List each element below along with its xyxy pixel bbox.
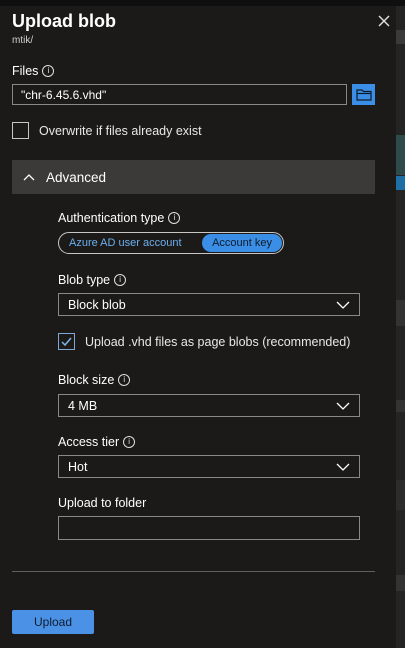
chevron-down-icon: [336, 463, 350, 471]
files-input[interactable]: "chr-6.45.6.vhd": [12, 84, 347, 105]
panel-title: Upload blob: [12, 11, 116, 31]
close-icon[interactable]: [375, 12, 393, 30]
upload-button[interactable]: Upload: [12, 610, 94, 634]
info-icon[interactable]: i: [123, 436, 136, 448]
blob-type-value: Block blob: [68, 297, 126, 312]
chevron-down-icon: [336, 301, 350, 309]
blob-type-select[interactable]: Block blob: [58, 293, 360, 316]
folder-label: Upload to folder: [58, 496, 147, 510]
access-tier-select[interactable]: Hot: [58, 455, 360, 478]
page-blobs-label: Upload .vhd files as page blobs (recomme…: [85, 335, 351, 349]
checkmark-icon: [61, 337, 72, 347]
advanced-section-toggle[interactable]: Advanced: [12, 160, 375, 194]
upload-blob-panel: Upload blob mtik/ Files i "chr-6.45.6.vh…: [0, 0, 396, 648]
auth-option-azure-ad[interactable]: Azure AD user account: [59, 234, 192, 252]
info-icon[interactable]: i: [168, 212, 181, 224]
footer-divider: [12, 571, 375, 572]
overwrite-label: Overwrite if files already exist: [39, 124, 202, 138]
info-icon[interactable]: i: [118, 374, 131, 386]
blob-type-label: Blob type: [58, 273, 111, 287]
block-size-label-row: Block size i: [58, 373, 131, 387]
page-blobs-checkbox[interactable]: [58, 333, 75, 350]
files-label-row: Files i: [12, 64, 55, 78]
folder-icon: [355, 89, 372, 101]
top-bar: [0, 0, 396, 6]
overwrite-checkbox[interactable]: [12, 122, 29, 139]
auth-type-toggle[interactable]: Azure AD user account Account key: [58, 232, 284, 254]
blob-type-label-row: Blob type i: [58, 273, 127, 287]
access-tier-label-row: Access tier i: [58, 435, 136, 449]
access-tier-value: Hot: [68, 459, 88, 474]
info-icon[interactable]: i: [114, 274, 127, 286]
block-size-select[interactable]: 4 MB: [58, 394, 360, 417]
block-size-label: Block size: [58, 373, 115, 387]
panel-subtitle: mtik/: [12, 35, 34, 46]
files-label: Files: [12, 64, 39, 78]
auth-label-row: Authentication type i: [58, 211, 181, 225]
access-tier-label: Access tier: [58, 435, 120, 449]
info-icon[interactable]: i: [42, 65, 55, 77]
auth-option-account-key[interactable]: Account key: [202, 234, 282, 252]
chevron-up-icon: [23, 174, 35, 181]
browse-folder-button[interactable]: [352, 84, 375, 105]
chevron-down-icon: [336, 402, 350, 410]
background-page-edge: [396, 0, 405, 648]
upload-folder-input[interactable]: [58, 516, 360, 540]
block-size-value: 4 MB: [68, 398, 98, 413]
auth-label: Authentication type: [58, 211, 165, 225]
advanced-label: Advanced: [46, 169, 107, 185]
